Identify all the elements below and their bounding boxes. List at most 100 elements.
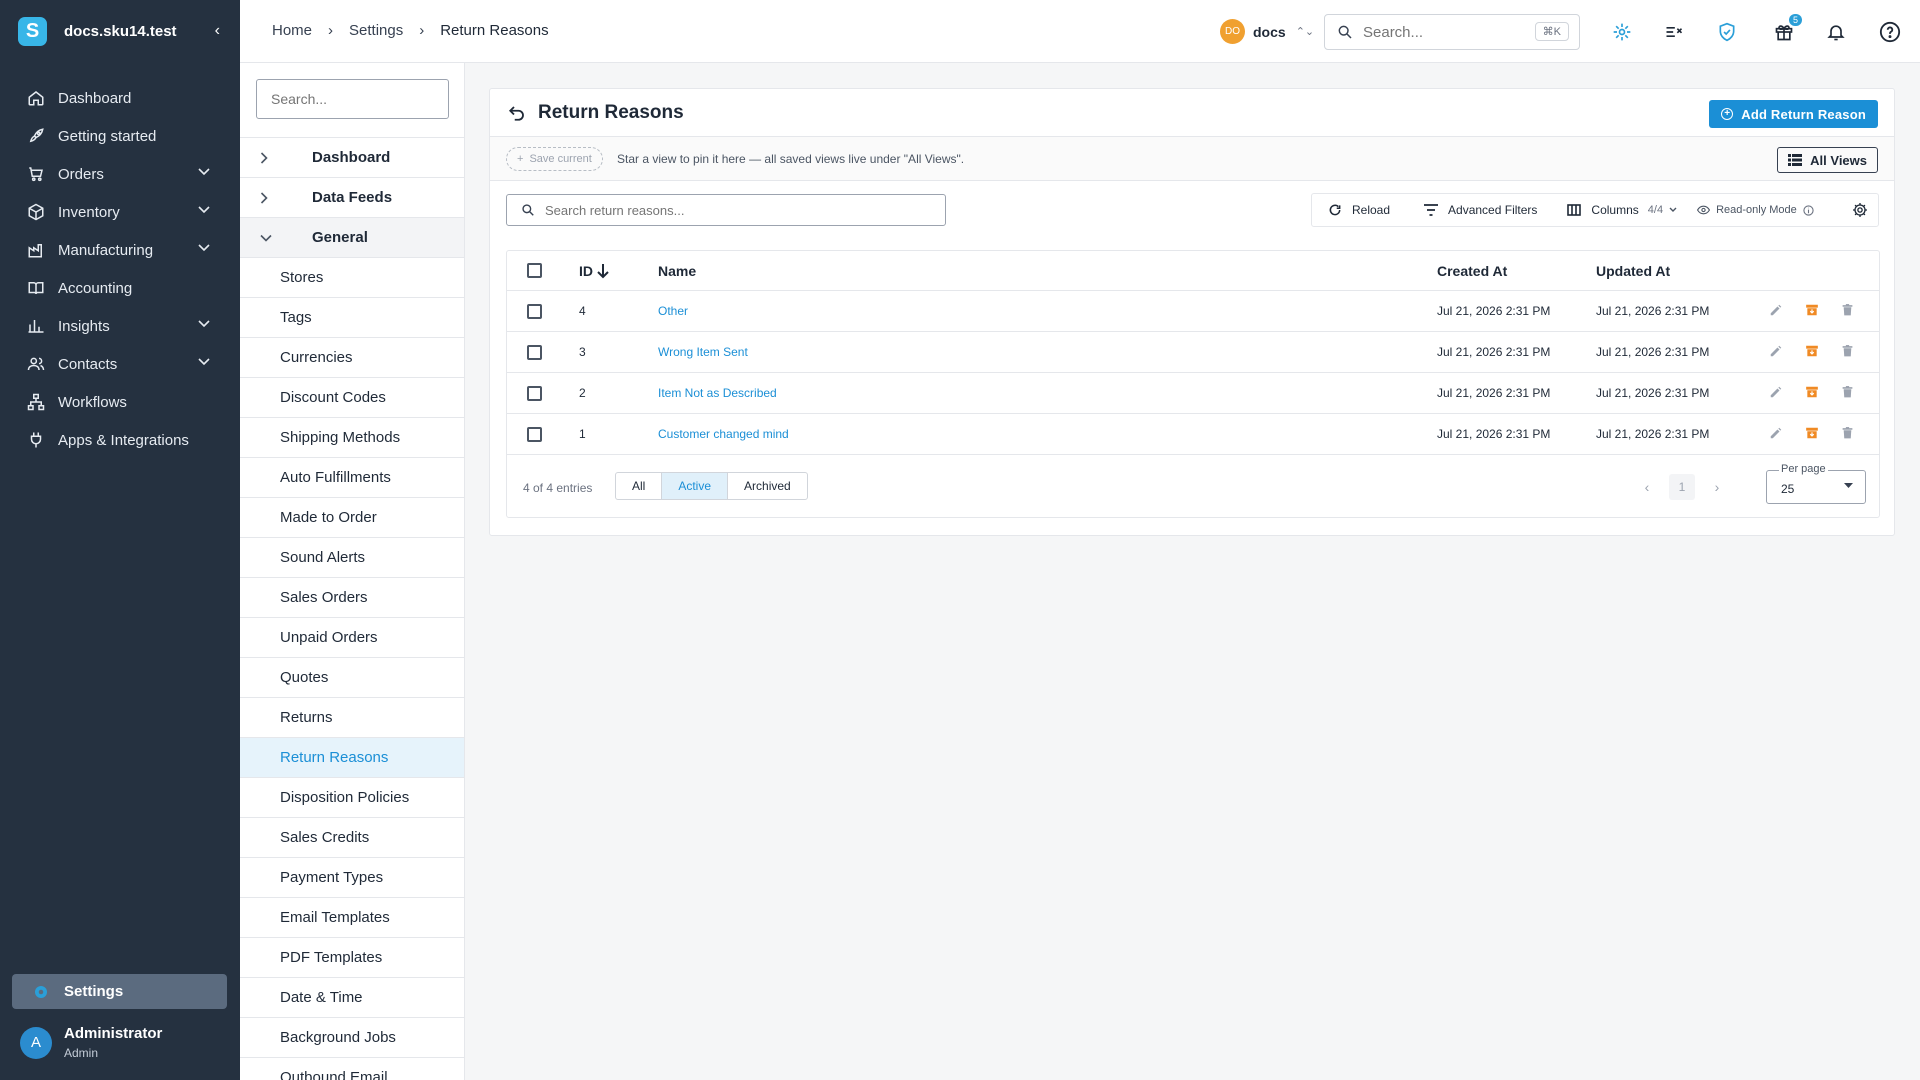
reload-button[interactable]: Reload [1328, 203, 1390, 217]
table-row[interactable]: 1 Customer changed mind Jul 21, 2026 2:3… [507, 414, 1879, 455]
column-header-name[interactable]: Name [658, 251, 696, 290]
row-name-link[interactable]: Customer changed mind [658, 414, 789, 454]
help-icon[interactable] [1878, 20, 1902, 44]
settings-item-tags[interactable]: Tags [240, 297, 464, 337]
nav-item-settings[interactable]: Settings [12, 974, 227, 1009]
row-name-link[interactable]: Other [658, 291, 688, 331]
delete-trash-icon[interactable] [1841, 303, 1854, 317]
settings-item-currencies[interactable]: Currencies [240, 337, 464, 377]
archive-icon[interactable] [1805, 385, 1819, 399]
table-row[interactable]: 3 Wrong Item Sent Jul 21, 2026 2:31 PM J… [507, 332, 1879, 373]
brand[interactable]: S docs.sku14.test [0, 0, 240, 62]
page-number-button[interactable]: 1 [1669, 474, 1695, 500]
nav-item-accounting[interactable]: Accounting [0, 269, 240, 307]
nav-item-contacts[interactable]: Contacts [0, 345, 240, 383]
nav-item-inventory[interactable]: Inventory [0, 193, 240, 231]
table-settings-gear-icon[interactable] [1852, 202, 1868, 218]
settings-item-quotes[interactable]: Quotes [240, 657, 464, 697]
archive-icon[interactable] [1805, 426, 1819, 440]
settings-search-input[interactable] [256, 79, 449, 119]
collapse-sidebar-icon[interactable]: ‹ [215, 22, 220, 40]
settings-item-shipping-methods[interactable]: Shipping Methods [240, 417, 464, 457]
settings-item-return-reasons[interactable]: Return Reasons [240, 737, 464, 777]
columns-button[interactable]: Columns 4/4 [1567, 203, 1677, 217]
archive-icon[interactable] [1805, 303, 1819, 317]
nav-item-insights[interactable]: Insights [0, 307, 240, 345]
delete-trash-icon[interactable] [1841, 385, 1854, 399]
breadcrumb-home[interactable]: Home [272, 22, 312, 39]
global-search[interactable]: ⌘K [1324, 14, 1580, 50]
edit-pencil-icon[interactable] [1769, 344, 1783, 358]
settings-item-disposition-policies[interactable]: Disposition Policies [240, 777, 464, 817]
add-return-reason-button[interactable]: + Add Return Reason [1709, 100, 1878, 128]
nav-item-manufacturing[interactable]: Manufacturing [0, 231, 240, 269]
gift-icon[interactable]: 5 [1772, 14, 1802, 44]
settings-item-auto-fulfillments[interactable]: Auto Fulfillments [240, 457, 464, 497]
global-search-input[interactable] [1363, 23, 1523, 41]
settings-item-sales-orders[interactable]: Sales Orders [240, 577, 464, 617]
row-checkbox[interactable] [527, 385, 542, 401]
table-search[interactable] [506, 194, 946, 226]
row-checkbox[interactable] [527, 426, 542, 442]
save-current-view-button[interactable]: + Save current [506, 147, 603, 171]
settings-item-outbound-email[interactable]: Outbound Email [240, 1057, 464, 1080]
nav-item-dashboard[interactable]: Dashboard [0, 79, 240, 117]
row-name-link[interactable]: Wrong Item Sent [658, 332, 748, 372]
settings-item-stores[interactable]: Stores [240, 257, 464, 297]
breadcrumb-settings[interactable]: Settings [349, 22, 403, 39]
per-page-select[interactable]: Per page 25 [1766, 463, 1866, 504]
settings-item-sales-credits[interactable]: Sales Credits [240, 817, 464, 857]
column-header-updated-at[interactable]: Updated At [1596, 251, 1670, 290]
archive-icon[interactable] [1805, 344, 1819, 358]
bell-icon[interactable] [1824, 20, 1848, 44]
settings-item-date-time[interactable]: Date & Time [240, 977, 464, 1017]
filter-active-button[interactable]: Active [661, 473, 728, 499]
nav-item-label: Workflows [58, 393, 127, 411]
settings-item-discount-codes[interactable]: Discount Codes [240, 377, 464, 417]
edit-pencil-icon[interactable] [1769, 385, 1783, 399]
delete-trash-icon[interactable] [1841, 344, 1854, 358]
nav-item-workflows[interactable]: Workflows [0, 383, 240, 421]
compare-icon[interactable] [1662, 20, 1686, 44]
row-checkbox[interactable] [527, 303, 542, 319]
chevron-down-icon [1669, 207, 1677, 213]
filter-archived-button[interactable]: Archived [727, 473, 807, 499]
column-header-id[interactable]: ID [579, 251, 610, 290]
settings-item-made-to-order[interactable]: Made to Order [240, 497, 464, 537]
shield-icon[interactable] [1715, 20, 1739, 44]
filter-all-button[interactable]: All [616, 473, 661, 499]
column-header-created-at[interactable]: Created At [1437, 251, 1507, 290]
nav-item-apps-integrations[interactable]: Apps & Integrations [0, 421, 240, 459]
store-switcher[interactable]: DO docs ⌃⌄ [1220, 19, 1314, 44]
save-current-label: Save current [529, 153, 592, 165]
settings-item-sound-alerts[interactable]: Sound Alerts [240, 537, 464, 577]
read-only-mode-toggle[interactable]: Read-only Mode [1697, 204, 1814, 216]
settings-item-background-jobs[interactable]: Background Jobs [240, 1017, 464, 1057]
table-search-input[interactable] [545, 202, 925, 218]
nav-item-orders[interactable]: Orders [0, 155, 240, 193]
select-all-checkbox[interactable] [527, 263, 542, 278]
settings-item-unpaid-orders[interactable]: Unpaid Orders [240, 617, 464, 657]
delete-trash-icon[interactable] [1841, 426, 1854, 440]
advanced-filters-button[interactable]: Advanced Filters [1424, 203, 1537, 217]
settings-group-data-feeds[interactable]: Data Feeds [240, 177, 464, 217]
row-checkbox[interactable] [527, 344, 542, 360]
settings-group-general[interactable]: General [240, 217, 464, 257]
settings-item-email-templates[interactable]: Email Templates [240, 897, 464, 937]
user-profile[interactable]: A Administrator Admin [20, 1025, 162, 1060]
nav-item-getting-started[interactable]: Getting started [0, 117, 240, 155]
settings-group-dashboard[interactable]: Dashboard [240, 137, 464, 177]
table-row[interactable]: 2 Item Not as Described Jul 21, 2026 2:3… [507, 373, 1879, 414]
settings-item-returns[interactable]: Returns [240, 697, 464, 737]
ai-sparkle-icon[interactable] [1610, 20, 1634, 44]
reload-label: Reload [1352, 203, 1391, 217]
next-page-chevron-icon[interactable]: › [1707, 479, 1727, 495]
prev-page-chevron-icon[interactable]: ‹ [1637, 479, 1657, 495]
all-views-button[interactable]: All Views [1777, 147, 1878, 173]
row-name-link[interactable]: Item Not as Described [658, 373, 777, 413]
settings-item-pdf-templates[interactable]: PDF Templates [240, 937, 464, 977]
edit-pencil-icon[interactable] [1769, 303, 1783, 317]
edit-pencil-icon[interactable] [1769, 426, 1783, 440]
settings-item-payment-types[interactable]: Payment Types [240, 857, 464, 897]
table-row[interactable]: 4 Other Jul 21, 2026 2:31 PM Jul 21, 202… [507, 291, 1879, 332]
